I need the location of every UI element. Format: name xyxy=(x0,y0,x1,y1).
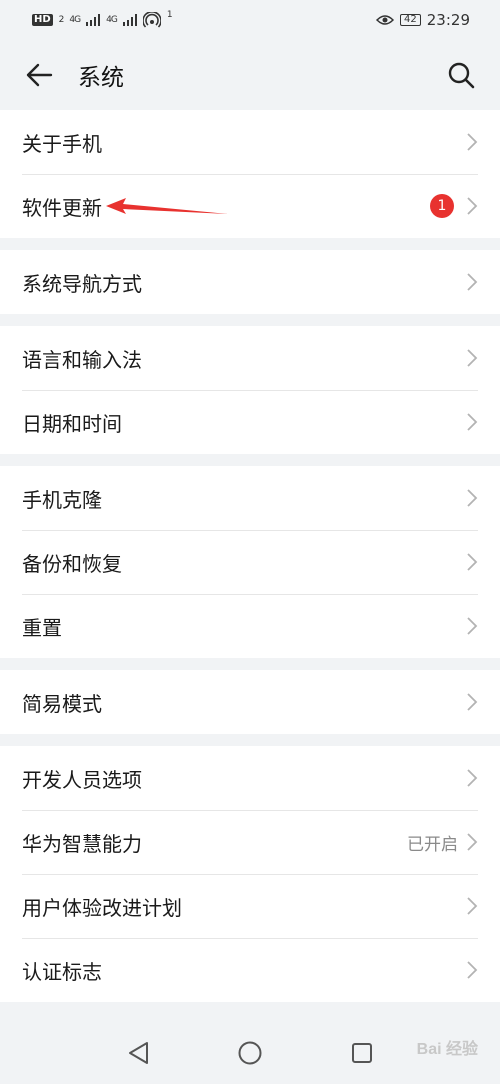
chevron-right-icon xyxy=(466,692,478,712)
settings-item-date-time[interactable]: 日期和时间 xyxy=(0,390,500,454)
settings-item-label: 系统导航方式 xyxy=(22,271,142,296)
eye-comfort-icon xyxy=(376,15,395,25)
square-recents-icon xyxy=(352,1043,372,1063)
settings-list: 关于手机 软件更新 1 系统导航方式 语言和输入法 日期和时间 手机克隆 备份和… xyxy=(0,110,500,1014)
search-button[interactable] xyxy=(444,58,478,92)
back-button[interactable] xyxy=(22,58,56,92)
search-icon xyxy=(448,62,475,89)
hotspot-icon xyxy=(142,12,161,28)
baidu-watermark: Bai 经验 xyxy=(416,1041,478,1058)
signal-1-label: 4G xyxy=(69,15,81,25)
settings-item-phone-clone[interactable]: 手机克隆 xyxy=(0,466,500,530)
settings-item-backup-restore[interactable]: 备份和恢复 xyxy=(0,530,500,594)
settings-item-navigation[interactable]: 系统导航方式 xyxy=(0,250,500,314)
settings-item-label: 华为智慧能力 xyxy=(22,831,142,856)
settings-item-certification[interactable]: 认证标志 xyxy=(0,938,500,1002)
chevron-right-icon xyxy=(466,960,478,980)
chevron-right-icon xyxy=(466,196,478,216)
status-left: HD 2 4G 4G 1 xyxy=(32,10,173,28)
settings-item-huawei-ai[interactable]: 华为智慧能力 已开启 xyxy=(0,810,500,874)
settings-item-label: 关于手机 xyxy=(22,131,102,156)
signal-2-label: 4G xyxy=(106,15,118,25)
chevron-right-icon xyxy=(466,896,478,916)
settings-item-about-phone[interactable]: 关于手机 xyxy=(0,110,500,174)
nav-home-button[interactable] xyxy=(237,1040,263,1066)
settings-item-reset[interactable]: 重置 xyxy=(0,594,500,658)
app-header: 系统 xyxy=(0,40,500,110)
settings-item-label: 认证标志 xyxy=(22,959,102,984)
settings-item-user-experience[interactable]: 用户体验改进计划 xyxy=(0,874,500,938)
settings-item-label: 用户体验改进计划 xyxy=(22,895,182,920)
update-count-badge: 1 xyxy=(430,194,454,218)
chevron-right-icon xyxy=(466,768,478,788)
settings-item-label: 语言和输入法 xyxy=(22,347,142,372)
chevron-right-icon xyxy=(466,552,478,572)
settings-group: 开发人员选项 华为智慧能力 已开启 用户体验改进计划 认证标志 xyxy=(0,746,500,1002)
chevron-right-icon xyxy=(466,832,478,852)
page-title: 系统 xyxy=(78,65,124,91)
annotation-arrow xyxy=(106,198,228,214)
settings-item-simple-mode[interactable]: 简易模式 xyxy=(0,670,500,734)
chevron-right-icon xyxy=(466,132,478,152)
settings-item-label: 日期和时间 xyxy=(22,411,122,436)
chevron-right-icon xyxy=(466,616,478,636)
back-arrow-icon xyxy=(26,63,53,87)
settings-group: 关于手机 软件更新 1 xyxy=(0,110,500,238)
hotspot-count: 1 xyxy=(166,10,173,20)
chevron-right-icon xyxy=(466,272,478,292)
status-bar: HD 2 4G 4G 1 42 23:29 xyxy=(0,0,500,40)
chevron-right-icon xyxy=(466,348,478,368)
settings-item-label: 简易模式 xyxy=(22,691,102,716)
settings-item-label: 备份和恢复 xyxy=(22,551,122,576)
signal-bars-icon xyxy=(86,14,101,26)
nav-back-button[interactable] xyxy=(125,1040,151,1066)
settings-item-language-input[interactable]: 语言和输入法 xyxy=(0,326,500,390)
settings-item-value: 已开启 xyxy=(407,834,458,855)
circle-home-icon xyxy=(238,1041,262,1065)
chevron-right-icon xyxy=(466,412,478,432)
hd-badge: HD xyxy=(32,14,53,26)
settings-item-label: 手机克隆 xyxy=(22,487,102,512)
settings-item-label: 开发人员选项 xyxy=(22,767,142,792)
settings-group: 语言和输入法 日期和时间 xyxy=(0,326,500,454)
settings-group: 手机克隆 备份和恢复 重置 xyxy=(0,466,500,658)
sim-label: 2 xyxy=(58,15,65,25)
settings-group: 系统导航方式 xyxy=(0,250,500,314)
signal-bars-icon xyxy=(122,14,137,26)
battery-icon: 42 xyxy=(400,14,421,26)
settings-item-label: 重置 xyxy=(22,615,62,640)
triangle-back-icon xyxy=(129,1042,148,1064)
settings-item-software-update[interactable]: 软件更新 1 xyxy=(0,174,500,238)
clock: 23:29 xyxy=(426,11,470,29)
status-right: 42 23:29 xyxy=(376,11,470,29)
settings-group: 简易模式 xyxy=(0,670,500,734)
chevron-right-icon xyxy=(466,488,478,508)
settings-item-developer-options[interactable]: 开发人员选项 xyxy=(0,746,500,810)
nav-recents-button[interactable] xyxy=(349,1040,375,1066)
